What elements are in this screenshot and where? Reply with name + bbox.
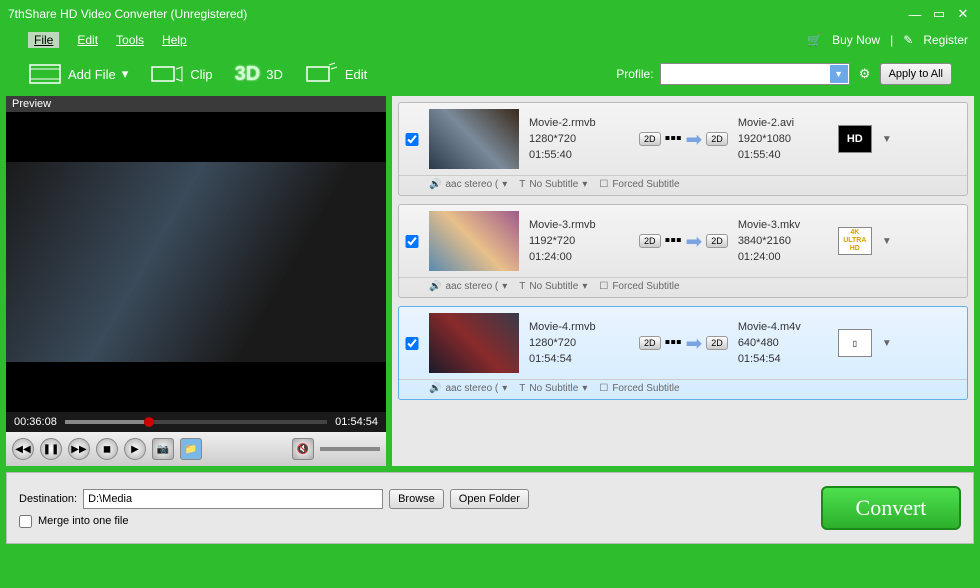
preview-video bbox=[6, 112, 386, 412]
add-file-button[interactable]: Add File ▾ bbox=[28, 61, 128, 87]
pause-button[interactable]: ❚❚ bbox=[40, 438, 62, 460]
output-info: Movie-2.avi 1920*1080 01:55:40 bbox=[738, 115, 828, 163]
audio-select[interactable]: 🔊 aac stereo ( ▾ bbox=[429, 281, 507, 292]
snapshot-button[interactable]: 📷 bbox=[152, 438, 174, 460]
scissors-icon bbox=[150, 61, 184, 87]
window-title: 7thShare HD Video Converter (Unregistere… bbox=[8, 7, 900, 21]
total-time: 01:54:54 bbox=[335, 416, 378, 428]
preview-panel: Preview 00:36:08 01:54:54 ◀◀ ❚❚ ▶▶ ◼ ▶ 📷… bbox=[6, 96, 386, 466]
subtitle-select[interactable]: T No Subtitle ▾ bbox=[519, 383, 587, 394]
source-info: Movie-2.rmvb 1280*720 01:55:40 bbox=[529, 115, 629, 163]
pen-icon: ✎ bbox=[903, 33, 913, 47]
file-checkbox[interactable] bbox=[405, 133, 419, 146]
subtitle-select[interactable]: T No Subtitle ▾ bbox=[519, 281, 587, 292]
format-badge-hd[interactable]: HD bbox=[838, 125, 872, 153]
output-info: Movie-3.mkv 3840*2160 01:24:00 bbox=[738, 217, 828, 265]
conversion-arrow: 2D▪▪▪➡2D bbox=[639, 229, 728, 254]
menu-help[interactable]: Help bbox=[162, 33, 187, 47]
file-checkbox[interactable] bbox=[405, 337, 419, 350]
profile-label: Profile: bbox=[616, 67, 653, 81]
audio-select[interactable]: 🔊 aac stereo ( ▾ bbox=[429, 383, 507, 394]
conversion-arrow: 2D▪▪▪➡2D bbox=[639, 331, 728, 356]
maximize-button[interactable]: ▭ bbox=[930, 5, 948, 23]
chevron-down-icon[interactable]: ▼ bbox=[882, 134, 896, 145]
gear-icon[interactable]: ⚙ bbox=[856, 65, 874, 83]
audio-select[interactable]: 🔊 aac stereo ( ▾ bbox=[429, 179, 507, 190]
play-button[interactable]: ▶ bbox=[124, 438, 146, 460]
titlebar: 7thShare HD Video Converter (Unregistere… bbox=[0, 0, 980, 28]
file-item[interactable]: Movie-3.rmvb 1192*720 01:24:00 2D▪▪▪➡2D … bbox=[398, 204, 968, 298]
browse-button[interactable]: Browse bbox=[389, 489, 444, 509]
volume-slider[interactable] bbox=[320, 447, 380, 451]
file-checkbox[interactable] bbox=[405, 235, 419, 248]
source-info: Movie-3.rmvb 1192*720 01:24:00 bbox=[529, 217, 629, 265]
menu-file[interactable]: File bbox=[28, 32, 59, 48]
thumbnail bbox=[429, 211, 519, 271]
stop-button[interactable]: ◼ bbox=[96, 438, 118, 460]
buy-now-link[interactable]: Buy Now bbox=[832, 33, 880, 47]
menu-tools[interactable]: Tools bbox=[116, 33, 144, 47]
output-info: Movie-4.m4v 640*480 01:54:54 bbox=[738, 319, 828, 367]
forced-subtitle-toggle[interactable]: ☐ Forced Subtitle bbox=[599, 383, 679, 394]
current-time: 00:36:08 bbox=[14, 416, 57, 428]
menubar: File Edit Tools Help 🛒 Buy Now | ✎ Regis… bbox=[0, 28, 980, 52]
destination-input[interactable] bbox=[83, 489, 383, 509]
minimize-button[interactable]: — bbox=[906, 5, 924, 23]
3d-icon: 3D bbox=[235, 63, 261, 86]
file-list: Movie-2.rmvb 1280*720 01:55:40 2D▪▪▪➡2D … bbox=[392, 96, 974, 466]
forced-subtitle-toggle[interactable]: ☐ Forced Subtitle bbox=[599, 179, 679, 190]
source-info: Movie-4.rmvb 1280*720 01:54:54 bbox=[529, 319, 629, 367]
3d-button[interactable]: 3D 3D bbox=[235, 63, 283, 86]
open-folder-button[interactable]: Open Folder bbox=[450, 489, 529, 509]
chevron-down-icon: ▼ bbox=[830, 65, 848, 83]
file-item[interactable]: Movie-2.rmvb 1280*720 01:55:40 2D▪▪▪➡2D … bbox=[398, 102, 968, 196]
register-link[interactable]: Register bbox=[923, 33, 968, 47]
phone-icon: ▯ bbox=[665, 68, 671, 81]
prev-button[interactable]: ◀◀ bbox=[12, 438, 34, 460]
chevron-down-icon[interactable]: ▼ bbox=[882, 236, 896, 247]
forced-subtitle-toggle[interactable]: ☐ Forced Subtitle bbox=[599, 281, 679, 292]
seek-bar[interactable] bbox=[65, 420, 327, 424]
thumbnail bbox=[429, 313, 519, 373]
menu-edit[interactable]: Edit bbox=[77, 33, 98, 47]
format-badge-4k[interactable]: 4KULTRA HD bbox=[838, 227, 872, 255]
toolbar: Add File ▾ Clip 3D 3D Edit Profile: ▯ iP… bbox=[0, 52, 980, 96]
clip-button[interactable]: Clip bbox=[150, 61, 212, 87]
cart-icon: 🛒 bbox=[807, 33, 822, 47]
merge-checkbox[interactable] bbox=[19, 515, 32, 528]
destination-label: Destination: bbox=[19, 493, 77, 505]
divider: | bbox=[890, 33, 893, 47]
merge-label: Merge into one file bbox=[38, 515, 129, 527]
format-badge-phone[interactable]: ▯ bbox=[838, 329, 872, 357]
film-icon bbox=[28, 61, 62, 87]
convert-button[interactable]: Convert bbox=[821, 486, 961, 530]
subtitle-select[interactable]: T No Subtitle ▾ bbox=[519, 179, 587, 190]
file-item[interactable]: Movie-4.rmvb 1280*720 01:54:54 2D▪▪▪➡2D … bbox=[398, 306, 968, 400]
chevron-down-icon: ▾ bbox=[122, 66, 129, 82]
mute-button[interactable]: 🔇 bbox=[292, 438, 314, 460]
apply-to-all-button[interactable]: Apply to All bbox=[880, 63, 952, 85]
thumbnail bbox=[429, 109, 519, 169]
bottom-panel: Destination: Browse Open Folder Merge in… bbox=[6, 472, 974, 544]
preview-controls: ◀◀ ❚❚ ▶▶ ◼ ▶ 📷 📁 🔇 bbox=[6, 432, 386, 466]
edit-button[interactable]: Edit bbox=[305, 61, 367, 87]
folder-button[interactable]: 📁 bbox=[180, 438, 202, 460]
wand-icon bbox=[305, 61, 339, 87]
conversion-arrow: 2D▪▪▪➡2D bbox=[639, 127, 728, 152]
chevron-down-icon[interactable]: ▼ bbox=[882, 338, 896, 349]
profile-select[interactable]: ▯ iPhone 5S/5C M4V Video(*.m4 ▼ bbox=[660, 63, 850, 85]
next-button[interactable]: ▶▶ bbox=[68, 438, 90, 460]
preview-header: Preview bbox=[6, 96, 386, 112]
close-button[interactable]: ✕ bbox=[954, 5, 972, 23]
